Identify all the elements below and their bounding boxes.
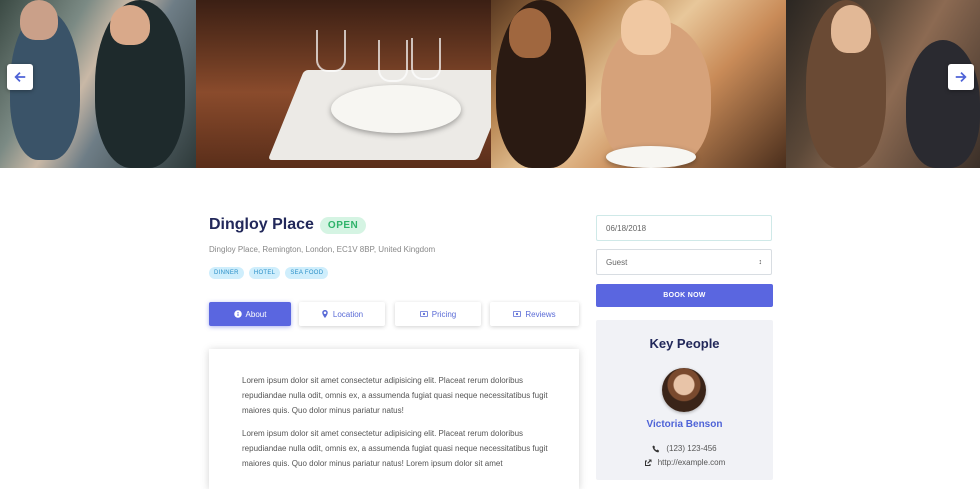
tag-dinner[interactable]: DINNER <box>209 267 244 279</box>
tab-label: About <box>245 309 267 319</box>
tab-label: Pricing <box>431 309 457 319</box>
avatar <box>662 368 706 412</box>
select-arrows-icon: ↕ <box>758 258 763 266</box>
tab-pricing[interactable]: Pricing <box>395 302 481 326</box>
photo-wine-glass <box>316 30 346 72</box>
listing-title: Dingloy Place <box>209 216 314 233</box>
guest-select[interactable]: Guest ↕ <box>596 249 772 275</box>
date-input[interactable]: 06/18/2018 <box>596 215 772 241</box>
photo-face <box>621 0 671 55</box>
book-now-button[interactable]: BOOK NOW <box>596 284 773 307</box>
about-panel: Lorem ipsum dolor sit amet consectetur a… <box>209 349 579 489</box>
listing-address: Dingloy Place, Remington, London, EC1V 8… <box>209 245 436 254</box>
map-pin-icon <box>322 310 328 318</box>
person-name[interactable]: Victoria Benson <box>596 419 773 430</box>
arrow-right-icon <box>955 72 967 82</box>
guest-select-value: Guest <box>606 257 628 267</box>
about-paragraph: Lorem ipsum dolor sit amet consectetur a… <box>242 429 548 468</box>
tag-list: DINNER HOTEL SEA FOOD <box>209 267 329 279</box>
phone-number[interactable]: (123) 123-456 <box>666 444 716 453</box>
listing-tabs: About Location Pricing Reviews <box>209 302 579 326</box>
photo-gallery <box>0 0 980 168</box>
gallery-prev-button[interactable] <box>7 64 33 90</box>
arrow-left-icon <box>14 72 26 82</box>
contact-website: http://example.com <box>596 458 773 467</box>
key-people-title: Key People <box>649 336 720 351</box>
status-badge: OPEN <box>319 216 367 234</box>
photo-face <box>509 8 551 58</box>
photo-plate <box>606 146 696 168</box>
photo-plate <box>331 85 461 133</box>
gallery-photo-women-eating[interactable] <box>491 0 786 168</box>
photo-wine-glass <box>378 40 408 82</box>
tag-hotel[interactable]: HOTEL <box>248 267 281 279</box>
gallery-next-button[interactable] <box>948 64 974 90</box>
contact-phone: (123) 123-456 <box>596 444 773 453</box>
photo-face <box>110 5 150 45</box>
tab-about[interactable]: About <box>209 302 291 326</box>
gallery-photo-table-setting[interactable] <box>196 0 491 168</box>
external-link-icon <box>644 459 652 466</box>
website-link[interactable]: http://example.com <box>658 458 726 467</box>
phone-icon <box>652 445 660 452</box>
info-icon <box>233 310 242 318</box>
key-people-card: Key People Victoria Benson (123) 123-456… <box>596 320 773 480</box>
listing-header: Dingloy Place OPEN <box>209 216 367 234</box>
tab-location[interactable]: Location <box>299 302 385 326</box>
photo-face <box>831 5 871 53</box>
money-icon <box>513 311 522 317</box>
tab-reviews[interactable]: Reviews <box>490 302 579 326</box>
photo-figure <box>906 40 980 168</box>
about-paragraph: Lorem ipsum dolor sit amet consectetur a… <box>242 376 548 415</box>
tab-label: Reviews <box>525 309 556 319</box>
tab-label: Location <box>332 309 364 319</box>
photo-wine-glass <box>411 38 441 80</box>
money-icon <box>419 311 428 317</box>
tag-sea-food[interactable]: SEA FOOD <box>285 267 329 279</box>
photo-face <box>20 0 58 40</box>
